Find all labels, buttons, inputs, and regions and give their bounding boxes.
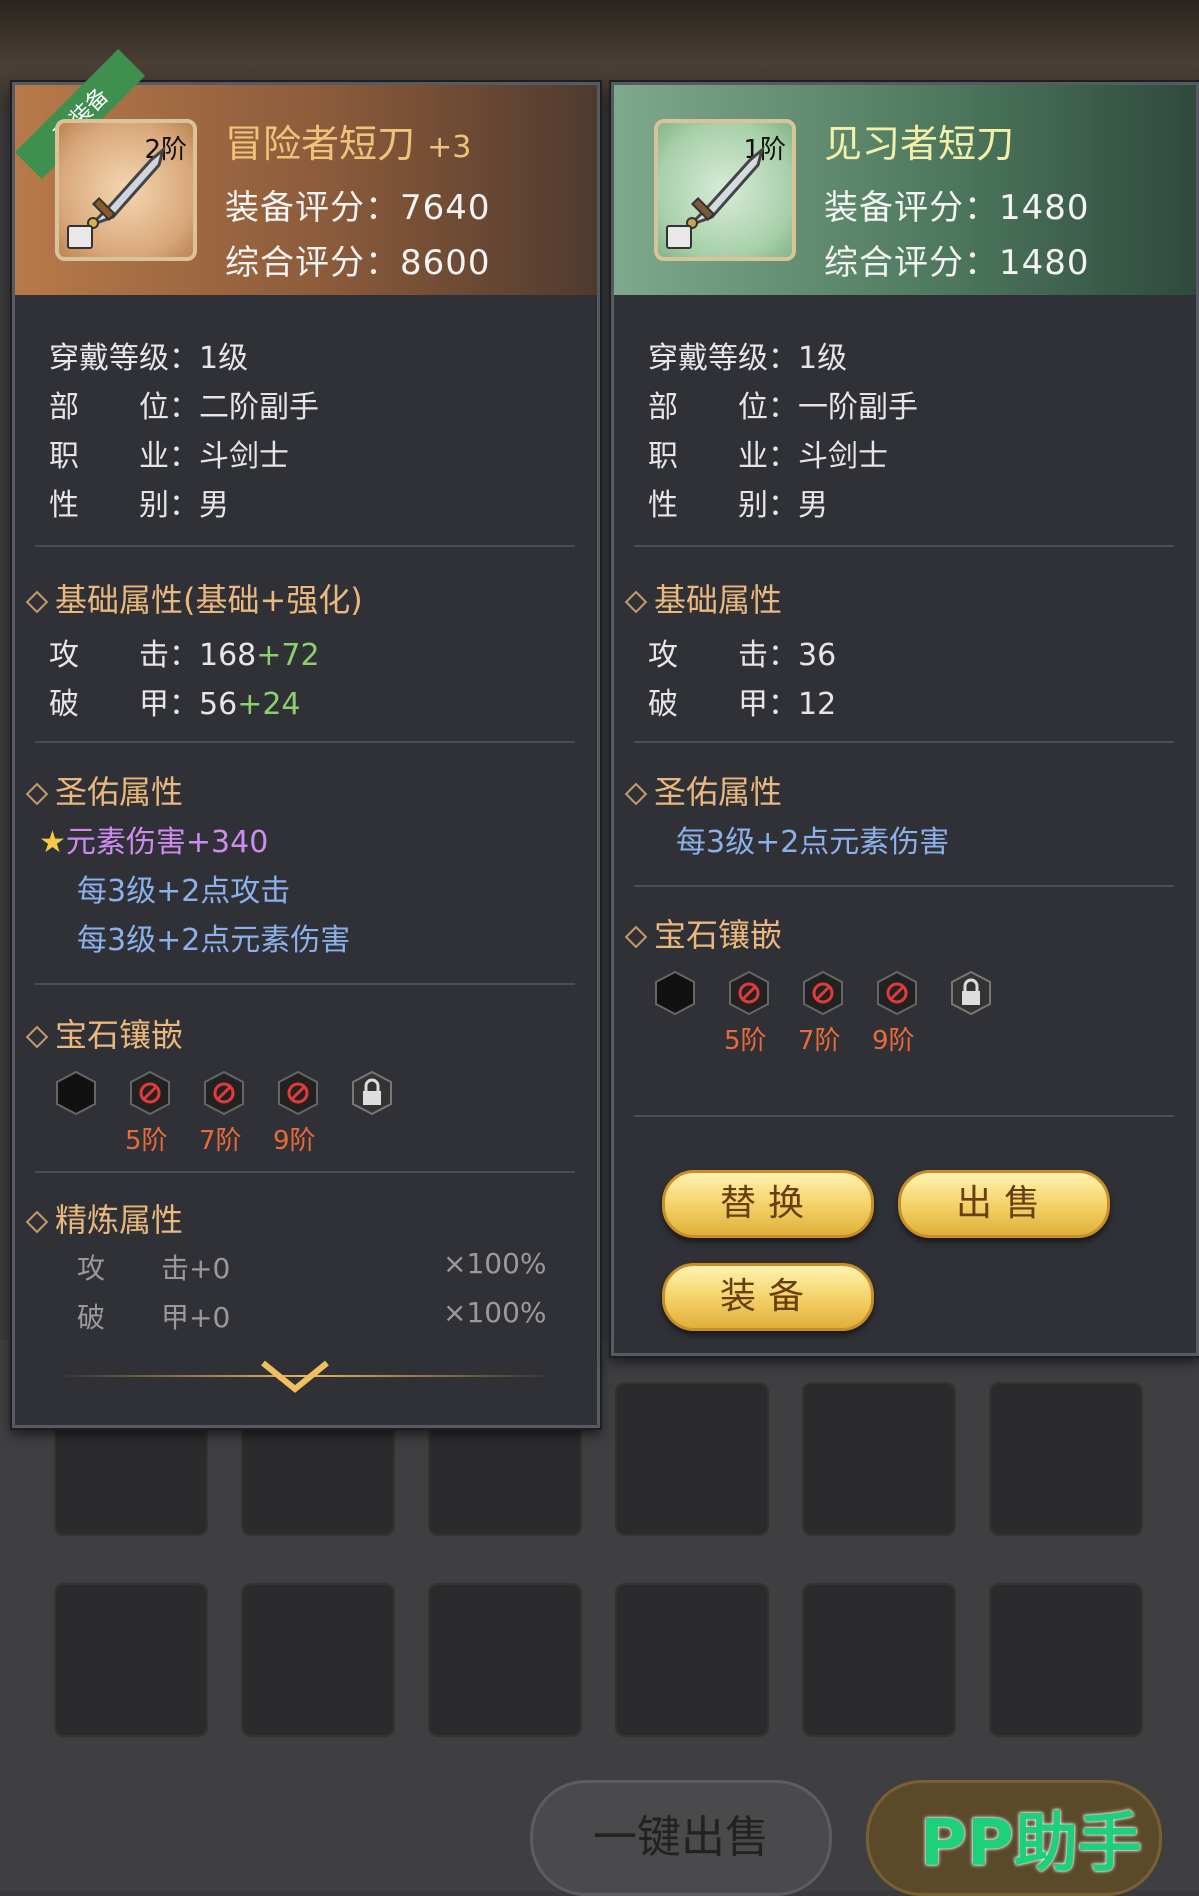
total-score: 综合评分：8600: [225, 243, 491, 283]
inventory-slot[interactable]: [802, 1583, 956, 1737]
section-title-holy: 圣佑属性: [25, 767, 183, 813]
equip-button[interactable]: 装备: [662, 1263, 874, 1331]
item-title: 冒险者短刀 +3: [225, 122, 472, 166]
stat-row: 攻 击：168+72: [49, 638, 320, 673]
info-row: 部 位：一阶副手: [648, 390, 918, 425]
inventory-slot[interactable]: [428, 1583, 582, 1737]
gem-slot-locked[interactable]: [728, 970, 770, 1016]
star-icon: ★: [39, 825, 66, 860]
section-title-gem: 宝石镶嵌: [624, 910, 782, 956]
gem-slot-empty[interactable]: [654, 970, 696, 1016]
divider: [35, 1171, 575, 1173]
chevron-down-icon[interactable]: [255, 1355, 335, 1395]
inventory-slot[interactable]: [241, 1583, 395, 1737]
item-header: 已装备 2阶 冒险者短刀 +3 装备评分：7640 综合评分：8600: [14, 48, 597, 295]
equip-score: 装备评分：1480: [824, 188, 1090, 228]
info-row: 部 位：二阶副手: [49, 390, 319, 425]
gem-slot-locked[interactable]: [129, 1070, 171, 1116]
divider: [634, 1115, 1174, 1117]
inventory-slot[interactable]: [989, 1583, 1143, 1737]
info-row: 职 业：斗剑士: [648, 439, 888, 474]
section-title-refine: 精炼属性: [25, 1195, 183, 1241]
gem-tier-label: 5阶: [724, 1026, 767, 1056]
info-row: 穿戴等级：1级: [49, 341, 249, 376]
item-icon: 1阶: [654, 119, 796, 261]
section-title-base: 基础属性(基础+强化): [25, 575, 363, 621]
lock-icon: [666, 225, 692, 249]
section-title-holy: 圣佑属性: [624, 767, 782, 813]
divider: [35, 983, 575, 985]
gem-slot-locked[interactable]: [203, 1070, 245, 1116]
gem-tier-label: 7阶: [798, 1026, 841, 1056]
divider: [35, 545, 575, 547]
stat-row: 破 甲：12: [648, 687, 837, 722]
item-title: 见习者短刀: [824, 122, 1015, 166]
inventory-slot[interactable]: [615, 1382, 769, 1536]
divider: [634, 545, 1174, 547]
lock-icon: [67, 225, 93, 249]
equipped-item-panel: 已装备 2阶 冒险者短刀 +3 装备评分：7640 综合评分：8600 穿戴等级…: [12, 48, 600, 1428]
replace-button[interactable]: 替换: [662, 1170, 874, 1238]
inventory-slot[interactable]: [615, 1583, 769, 1737]
gem-slot-locked[interactable]: [277, 1070, 319, 1116]
one-click-sell-button[interactable]: 一键出售: [530, 1780, 832, 1896]
stat-row: 攻 击：36: [648, 638, 837, 673]
gem-slot-padlock[interactable]: [950, 970, 992, 1016]
info-row: 性 别：男: [648, 488, 828, 523]
section-title-gem: 宝石镶嵌: [25, 1010, 183, 1056]
gem-slot-locked[interactable]: [876, 970, 918, 1016]
holy-stat: 每3级+2点攻击: [77, 874, 291, 909]
info-row: 性 别：男: [49, 488, 229, 523]
refine-multiplier: ×100%: [443, 1247, 547, 1280]
inventory-slot[interactable]: [54, 1583, 208, 1737]
equip-score: 装备评分：7640: [225, 188, 491, 228]
info-row: 穿戴等级：1级: [648, 341, 848, 376]
holy-stat: 每3级+2点元素伤害: [676, 825, 950, 860]
holy-stat-main: ★元素伤害+340: [39, 825, 269, 860]
gem-tier-label: 7阶: [199, 1126, 242, 1156]
divider: [634, 885, 1174, 887]
item-icon: 2阶: [55, 119, 197, 261]
gem-slot-locked[interactable]: [802, 970, 844, 1016]
item-header: 1阶 见习者短刀 装备评分：1480 综合评分：1480: [614, 85, 1196, 295]
inventory-slot[interactable]: [989, 1382, 1143, 1536]
gem-tier-label: 9阶: [273, 1126, 316, 1156]
compare-item-panel: 1阶 见习者短刀 装备评分：1480 综合评分：1480 穿戴等级：1级 部 位…: [611, 82, 1199, 1356]
inventory-slot[interactable]: [802, 1382, 956, 1536]
watermark-logo: PP助手: [920, 1807, 1142, 1881]
divider: [35, 741, 575, 743]
stat-row: 破 甲：56+24: [49, 687, 301, 722]
refine-multiplier: ×100%: [443, 1296, 547, 1329]
gem-tier-label: 5阶: [125, 1126, 168, 1156]
gem-slot-empty[interactable]: [55, 1070, 97, 1116]
info-row: 职 业：斗剑士: [49, 439, 289, 474]
sell-button[interactable]: 出售: [898, 1170, 1110, 1238]
section-title-base: 基础属性: [624, 575, 782, 621]
divider: [634, 741, 1174, 743]
gem-tier-label: 9阶: [872, 1026, 915, 1056]
refine-stat: 破 甲+0: [77, 1301, 231, 1334]
gem-slot-padlock[interactable]: [351, 1070, 393, 1116]
total-score: 综合评分：1480: [824, 243, 1090, 283]
refine-stat: 攻 击+0: [77, 1252, 231, 1285]
holy-stat: 每3级+2点元素伤害: [77, 923, 351, 958]
